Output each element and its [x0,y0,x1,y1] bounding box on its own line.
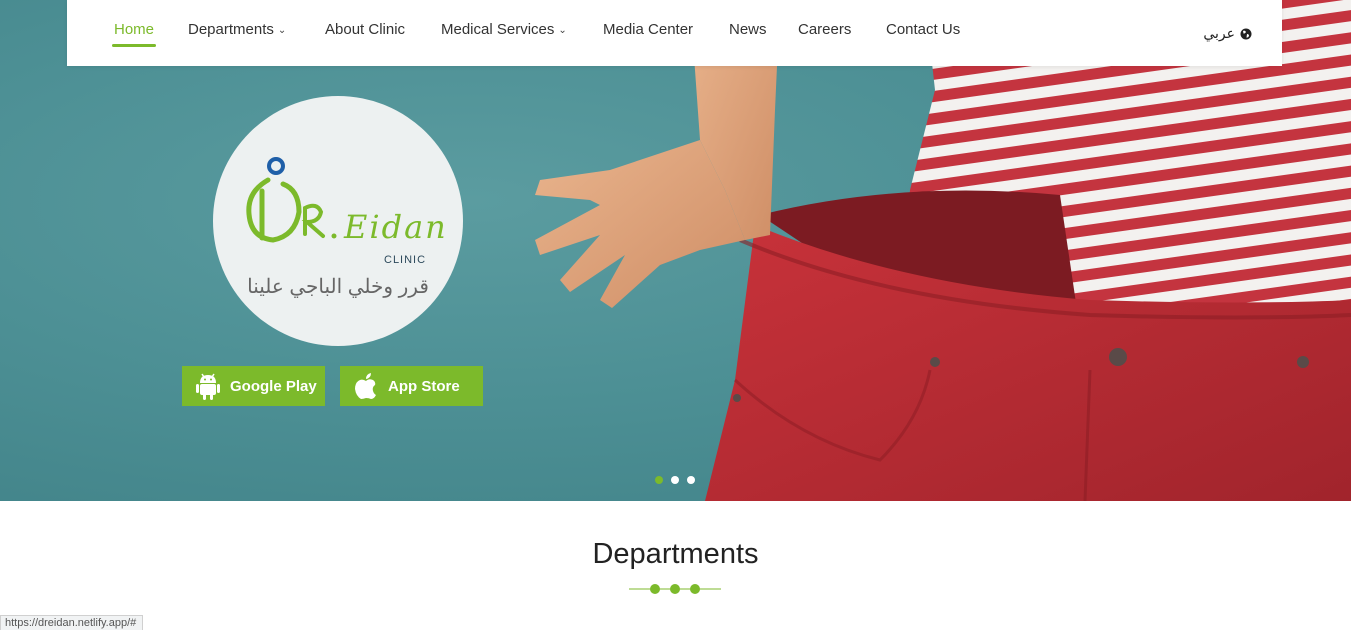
section-title: Departments [592,538,759,570]
google-play-label: Google Play [230,377,317,395]
nav-media-center[interactable]: Media Center [603,21,693,38]
chevron-down-icon: ⌄ [277,25,287,36]
nav-medical-services[interactable]: Medical Services ⌄ [441,21,567,38]
hero-slider [0,0,1351,501]
chevron-down-icon: ⌄ [558,25,567,36]
apple-icon [355,373,376,399]
status-bar-url: https://dreidan.netlify.app/# [0,615,144,630]
svg-text:Eidan: Eidan [343,208,448,246]
nav-departments[interactable]: Departments ⌄ [188,21,286,38]
slider-dot[interactable] [687,476,695,484]
app-store-button[interactable]: App Store [340,366,483,406]
android-icon [196,373,220,400]
nav-medical-label: Medical Services [441,21,555,38]
clinic-logo: Eidan CLINIC قرر وخلي الباجي علينا [213,96,463,346]
slider-dots [655,476,695,484]
nav-about-clinic[interactable]: About Clinic [325,21,405,38]
main-navbar: Home Departments ⌄ About Clinic Medical S… [67,0,1282,66]
slider-dot[interactable] [671,476,679,484]
nav-departments-label: Departments [188,21,274,38]
nav-news[interactable]: News [729,21,767,38]
language-switch[interactable]: عربي [1203,25,1252,42]
logo-tagline: قرر وخلي الباجي علينا [247,276,429,298]
language-label: عربي [1203,25,1235,41]
nav-careers-label: Careers [798,21,852,38]
hero-photo [535,0,1351,501]
nav-contact-label: Contact Us [886,21,961,38]
nav-careers[interactable]: Careers [798,21,851,38]
app-store-label: App Store [388,377,460,395]
google-play-button[interactable]: Google Play [182,366,325,406]
nav-about-label: About Clinic [325,21,406,38]
slider-dot[interactable] [655,476,663,484]
globe-icon [1240,28,1252,39]
nav-home[interactable]: Home [111,21,157,47]
logo-graphic: Eidan [246,157,448,246]
nav-media-label: Media Center [603,21,694,38]
nav-news-label: News [729,21,767,38]
nav-home-label: Home [114,21,155,38]
section-divider [629,584,721,594]
clinic-label: CLINIC [384,254,427,266]
nav-contact-us[interactable]: Contact Us [886,21,960,38]
